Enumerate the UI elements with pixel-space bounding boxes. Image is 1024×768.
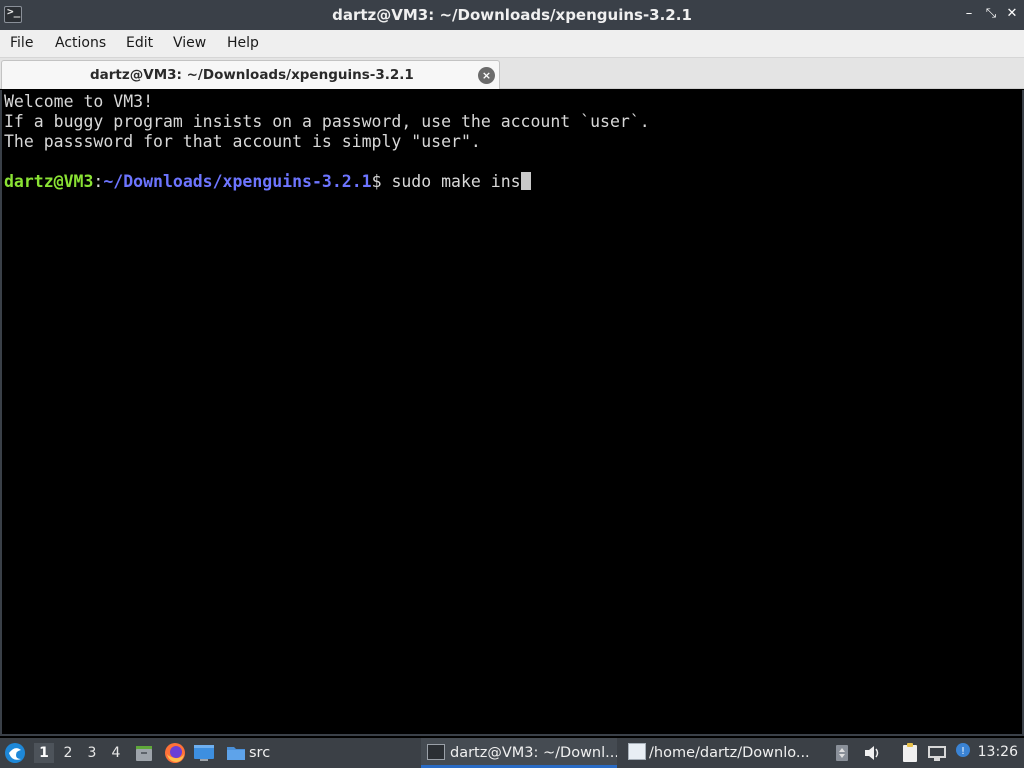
- text-cursor: [520, 172, 531, 190]
- minimize-button[interactable]: –: [960, 5, 978, 23]
- window-titlebar[interactable]: >_ dartz@VM3: ~/Downloads/xpenguins-3.2.…: [0, 0, 1024, 30]
- command-input[interactable]: sudo make ins: [391, 172, 520, 191]
- terminal-area[interactable]: Welcome to VM3! If a buggy program insis…: [0, 90, 1024, 736]
- tab-close-icon[interactable]: ×: [478, 67, 495, 84]
- menu-help[interactable]: Help: [227, 35, 259, 51]
- folder-icon[interactable]: [226, 743, 246, 763]
- prompt-symbol: $: [371, 172, 392, 191]
- menu-view[interactable]: View: [173, 35, 206, 51]
- task-terminal-label: dartz@VM3: ~/Downl...: [450, 745, 617, 761]
- text-editor-icon: [628, 743, 646, 760]
- folder-task-label[interactable]: src: [249, 738, 270, 768]
- prompt-user-host: dartz@VM3: [4, 172, 94, 191]
- volume-icon[interactable]: [862, 743, 882, 763]
- arrow-tray-icon[interactable]: [834, 743, 850, 763]
- task-text-editor[interactable]: /home/dartz/Downlo...: [624, 738, 820, 768]
- tab-label: dartz@VM3: ~/Downloads/xpenguins-3.2.1: [90, 67, 414, 83]
- menu-edit[interactable]: Edit: [126, 35, 153, 51]
- prompt-line: dartz@VM3:~/Downloads/xpenguins-3.2.1$ s…: [4, 172, 531, 192]
- taskbar: 1 2 3 4 src dartz@VM3: ~/Downl... /home/…: [0, 738, 1024, 768]
- terminal-icon: [427, 744, 445, 760]
- terminal-line: If a buggy program insists on a password…: [4, 112, 650, 131]
- maximize-button[interactable]: ⤡: [982, 5, 1000, 23]
- prompt-separator: :: [93, 172, 104, 191]
- start-menu-icon[interactable]: [4, 742, 26, 764]
- workspace-3[interactable]: 3: [82, 743, 102, 763]
- tab-terminal[interactable]: dartz@VM3: ~/Downloads/xpenguins-3.2.1 ×: [1, 60, 500, 89]
- prompt-path: ~/Downloads/xpenguins-3.2.1: [103, 172, 372, 191]
- tab-bar: dartz@VM3: ~/Downloads/xpenguins-3.2.1 ×: [0, 58, 1024, 89]
- workspace-4[interactable]: 4: [106, 743, 126, 763]
- svg-text:!: !: [961, 746, 965, 757]
- menu-actions[interactable]: Actions: [55, 35, 106, 51]
- firefox-icon[interactable]: [164, 742, 186, 764]
- task-terminal[interactable]: dartz@VM3: ~/Downl...: [421, 738, 617, 768]
- workspace-1[interactable]: 1: [34, 743, 54, 763]
- menu-file[interactable]: File: [10, 35, 33, 51]
- show-desktop-icon[interactable]: [193, 743, 215, 763]
- close-button[interactable]: ✕: [1003, 5, 1021, 23]
- menu-bar: File Actions Edit View Help: [0, 30, 1024, 58]
- clock[interactable]: 13:26: [978, 744, 1018, 760]
- network-icon[interactable]: [927, 743, 947, 763]
- terminal-line: The passsword for that account is simply…: [4, 132, 481, 151]
- window-title: dartz@VM3: ~/Downloads/xpenguins-3.2.1: [332, 6, 692, 24]
- workspace-2[interactable]: 2: [58, 743, 78, 763]
- update-icon[interactable]: !: [954, 741, 972, 761]
- clipboard-icon[interactable]: [900, 742, 920, 764]
- terminal-line: Welcome to VM3!: [4, 92, 154, 111]
- task-editor-label: /home/dartz/Downlo...: [649, 745, 810, 761]
- file-manager-icon[interactable]: [134, 743, 154, 763]
